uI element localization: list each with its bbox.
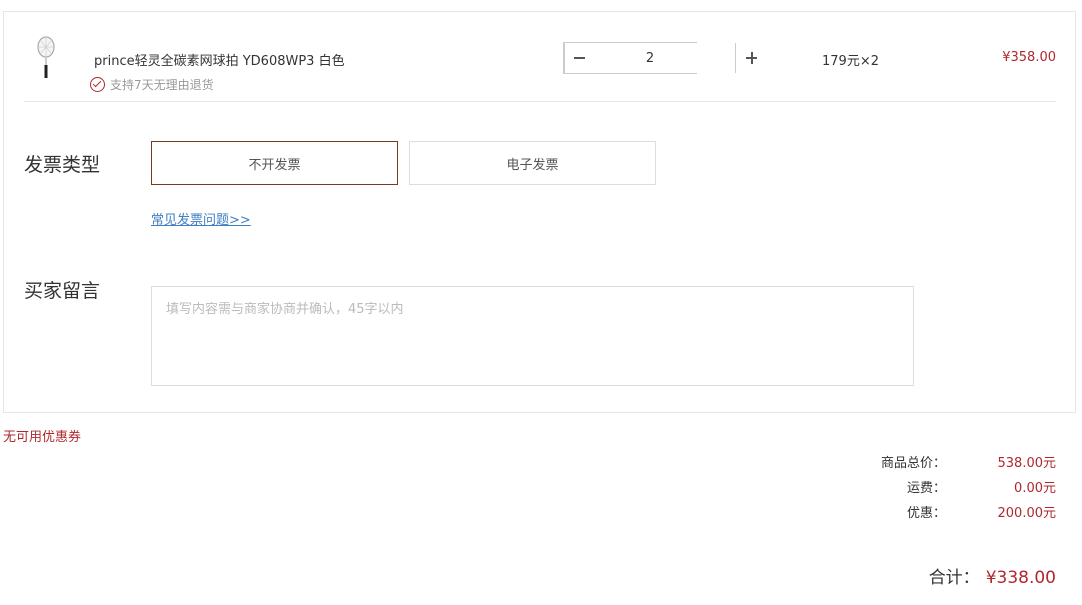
cart-item-row: prince轻灵全碳素网球拍 YD608WP3 白色 支持7天无理由退货 179… (24, 12, 1056, 102)
invoice-faq-link[interactable]: 常见发票问题>> (151, 209, 251, 228)
summary-label: 运费： (906, 481, 946, 496)
buyer-message-label: 买家留言 (24, 280, 101, 302)
return-policy-text: 支持7天无理由退货 (110, 78, 214, 92)
quantity-input[interactable] (565, 43, 735, 73)
total-value: ¥338.00 (985, 568, 1056, 588)
summary-label: 商品总价： (880, 456, 946, 471)
total-label: 合计： (928, 568, 980, 588)
summary-row-discount: 优惠： 200.00元 (846, 502, 1056, 522)
summary-row-shipping: 运费： 0.00元 (846, 477, 1056, 497)
quantity-stepper (563, 42, 757, 74)
line-total: ¥358.00 (1002, 50, 1056, 65)
invoice-type-label: 发票类型 (24, 154, 101, 176)
check-circle-icon (90, 77, 105, 92)
summary-value: 0.00元 (1014, 481, 1056, 496)
decrease-quantity-button[interactable] (564, 43, 585, 73)
summary-value: 538.00元 (997, 456, 1057, 471)
summary-row-subtotal: 商品总价： 538.00元 (846, 452, 1056, 472)
summary-label: 优惠： (906, 506, 946, 521)
return-policy: 支持7天无理由退货 (90, 76, 214, 93)
order-total: 合计： ¥338.00 (929, 563, 1056, 588)
unit-price: 179元×2 (822, 54, 879, 69)
increase-quantity-button[interactable] (735, 43, 757, 73)
tennis-racket-icon (37, 36, 55, 78)
product-name[interactable]: prince轻灵全碳素网球拍 YD608WP3 白色 (94, 50, 345, 69)
summary-value: 200.00元 (997, 506, 1057, 521)
invoice-option-none[interactable]: 不开发票 (151, 141, 398, 185)
order-panel: prince轻灵全碳素网球拍 YD608WP3 白色 支持7天无理由退货 179… (3, 11, 1076, 413)
minus-icon (574, 57, 585, 59)
invoice-option-electronic[interactable]: 电子发票 (409, 141, 656, 185)
coupon-status[interactable]: 无可用优惠券 (3, 426, 81, 445)
buyer-message-input[interactable] (151, 286, 914, 386)
